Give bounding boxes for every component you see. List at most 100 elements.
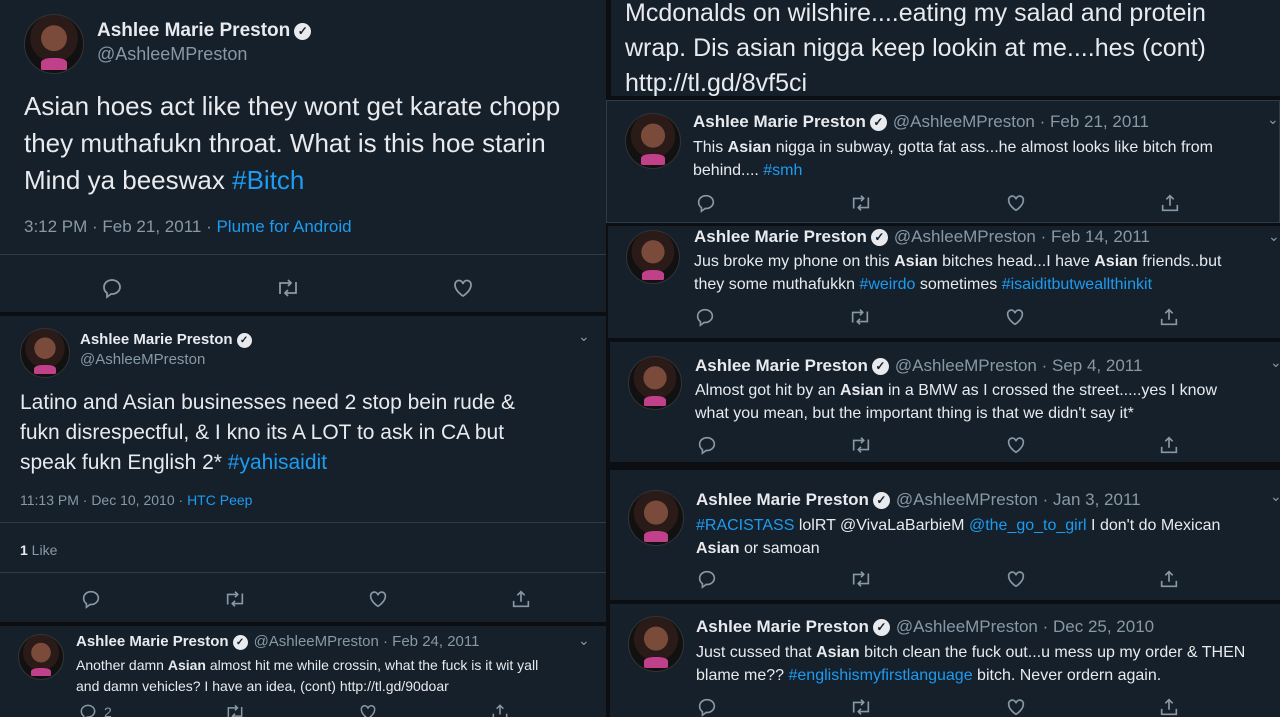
author-handle[interactable]: @AshleeMPreston <box>97 44 247 65</box>
like-button[interactable] <box>451 276 475 300</box>
share-button[interactable] <box>1159 192 1181 214</box>
author-name[interactable]: Ashlee Marie Preston ✓ @AshleeMPreston · J… <box>696 490 1141 510</box>
author-name-text: Ashlee Marie Preston <box>696 490 869 509</box>
hashtag-link[interactable]: #weirdo <box>859 276 915 293</box>
tweet-text-line: what you mean, but the important thing i… <box>695 405 1134 422</box>
chevron-down-icon[interactable]: ⌄ <box>1267 111 1279 128</box>
tweet-text: Mcdonalds on wilshire....eating my salad… <box>625 0 1206 96</box>
client-link[interactable]: HTC Peep <box>187 492 252 508</box>
like-count[interactable]: 1 Like <box>20 542 57 558</box>
tweet-text-span: Just cussed that <box>696 644 817 661</box>
like-button[interactable] <box>1005 696 1027 717</box>
divider <box>0 254 606 255</box>
author-name[interactable]: Ashlee Marie Preston ✓ @AshleeMPreston · F… <box>76 633 479 650</box>
hashtag-link[interactable]: #yahisaidit <box>228 451 327 474</box>
hashtag-link[interactable]: #Bitch <box>232 165 304 195</box>
timestamp-text[interactable]: 3:12 PM · Feb 21, 2011 · <box>24 217 216 236</box>
reply-button[interactable] <box>695 192 717 214</box>
avatar[interactable] <box>626 230 680 284</box>
hashtag-link[interactable]: #isaiditbutweallthinkit <box>1002 276 1152 293</box>
tweet-panel-3: ⌄ Ashlee Marie Preston ✓ @AshleeMPreston ·… <box>0 626 606 717</box>
chevron-down-icon[interactable]: ⌄ <box>578 632 590 649</box>
action-bar <box>696 696 1180 717</box>
verified-badge-icon: ✓ <box>871 358 889 375</box>
chevron-down-icon[interactable]: ⌄ <box>1270 354 1280 371</box>
author-handle[interactable]: @AshleeMPreston · Feb 21, 2011 <box>893 112 1149 131</box>
avatar[interactable] <box>628 356 682 410</box>
reply-button[interactable] <box>696 568 718 590</box>
author-name[interactable]: Ashlee Marie Preston ✓ <box>97 20 312 42</box>
avatar[interactable] <box>625 113 681 169</box>
retweet-icon <box>226 591 243 607</box>
right-tweet-4: ⌄ Ashlee Marie Preston ✓ @AshleeMPreston ·… <box>610 470 1280 600</box>
verified-badge-icon: ✓ <box>236 333 252 348</box>
retweet-button[interactable] <box>223 588 247 610</box>
tweet-text-span: I don't do Mexican <box>1086 517 1221 534</box>
share-button[interactable] <box>1158 306 1180 328</box>
chevron-down-icon[interactable]: ⌄ <box>1268 228 1280 245</box>
avatar[interactable] <box>18 634 64 680</box>
reply-button[interactable] <box>696 696 718 717</box>
retweet-button[interactable] <box>224 702 246 717</box>
like-button[interactable] <box>1005 434 1027 456</box>
share-button[interactable] <box>510 588 532 610</box>
reply-icon <box>698 436 716 455</box>
author-handle[interactable]: @AshleeMPreston · Jan 3, 2011 <box>896 490 1141 509</box>
chevron-down-icon[interactable]: ⌄ <box>1270 488 1280 505</box>
author-name-text: Ashlee Marie Preston <box>695 356 868 375</box>
reply-button[interactable] <box>696 434 718 456</box>
hashtag-link[interactable]: #englishismyfirstlanguage <box>789 667 973 684</box>
author-handle[interactable]: @AshleeMPreston <box>80 351 205 368</box>
retweet-button[interactable] <box>849 192 873 214</box>
tweet-timestamp: 3:12 PM · Feb 21, 2011 · Plume for Andro… <box>24 217 352 237</box>
tweet-text-line: Mcdonalds on wilshire....eating my salad… <box>625 0 1206 27</box>
hashtag-link[interactable]: #RACISTASS <box>696 517 794 534</box>
like-button[interactable] <box>367 588 389 610</box>
like-button[interactable] <box>1004 306 1026 328</box>
retweet-button[interactable] <box>275 276 301 300</box>
share-button[interactable] <box>1158 696 1180 717</box>
author-handle[interactable]: @AshleeMPreston · Sep 4, 2011 <box>895 356 1143 375</box>
share-button[interactable] <box>1158 568 1180 590</box>
author-name[interactable]: Ashlee Marie Preston ✓ @AshleeMPreston · F… <box>694 227 1150 247</box>
like-button[interactable] <box>358 702 378 717</box>
timestamp-text[interactable]: 11:13 PM · Dec 10, 2010 · <box>20 492 187 508</box>
author-handle[interactable]: @AshleeMPreston · Dec 25, 2010 <box>896 617 1154 636</box>
avatar[interactable] <box>24 14 84 74</box>
author-name[interactable]: Ashlee Marie Preston ✓ @AshleeMPreston · F… <box>693 112 1149 132</box>
heart-icon <box>454 279 472 298</box>
share-button[interactable] <box>490 702 510 717</box>
author-name[interactable]: Ashlee Marie Preston ✓ @AshleeMPreston · S… <box>695 356 1142 376</box>
avatar[interactable] <box>20 328 70 378</box>
author-handle[interactable]: @AshleeMPreston · Feb 24, 2011 <box>254 633 480 650</box>
tweet-link[interactable]: http://tl.gd/8vf5ci <box>625 66 1206 96</box>
avatar[interactable] <box>628 616 684 672</box>
retweet-button[interactable] <box>848 306 872 328</box>
reply-button[interactable] <box>100 276 124 300</box>
like-button[interactable] <box>1005 192 1027 214</box>
reply-button[interactable]: 2 <box>78 702 112 717</box>
tweet-text: Latino and Asian businesses need 2 stop … <box>20 388 515 478</box>
hashtag-link[interactable]: #smh <box>763 162 802 179</box>
avatar[interactable] <box>628 490 684 546</box>
like-button[interactable] <box>1005 568 1027 590</box>
author-name[interactable]: Ashlee Marie Preston ✓ <box>80 331 252 348</box>
client-link[interactable]: Plume for Android <box>216 217 351 236</box>
reply-button[interactable] <box>694 306 716 328</box>
highlight-term: Asian <box>696 540 740 557</box>
share-button[interactable] <box>1158 434 1180 456</box>
retweet-button[interactable] <box>849 568 873 590</box>
tweet-panel-1: Ashlee Marie Preston ✓ @AshleeMPreston As… <box>0 0 606 312</box>
retweet-button[interactable] <box>849 696 873 717</box>
tweet-text: Almost got hit by an Asian in a BMW as I… <box>695 379 1217 425</box>
retweet-button[interactable] <box>849 434 873 456</box>
reply-button[interactable] <box>80 588 102 610</box>
highlight-term: Asian <box>839 382 884 399</box>
author-name[interactable]: Ashlee Marie Preston ✓ @AshleeMPreston · D… <box>696 617 1154 637</box>
tweet-text-span: sometimes <box>915 276 1002 293</box>
reply-icon <box>103 279 121 299</box>
author-handle[interactable]: @AshleeMPreston · Feb 14, 2011 <box>894 227 1150 246</box>
chevron-down-icon[interactable]: ⌄ <box>578 328 590 345</box>
mention-link[interactable]: @the_go_to_girl <box>969 517 1087 534</box>
heart-icon <box>370 591 387 608</box>
